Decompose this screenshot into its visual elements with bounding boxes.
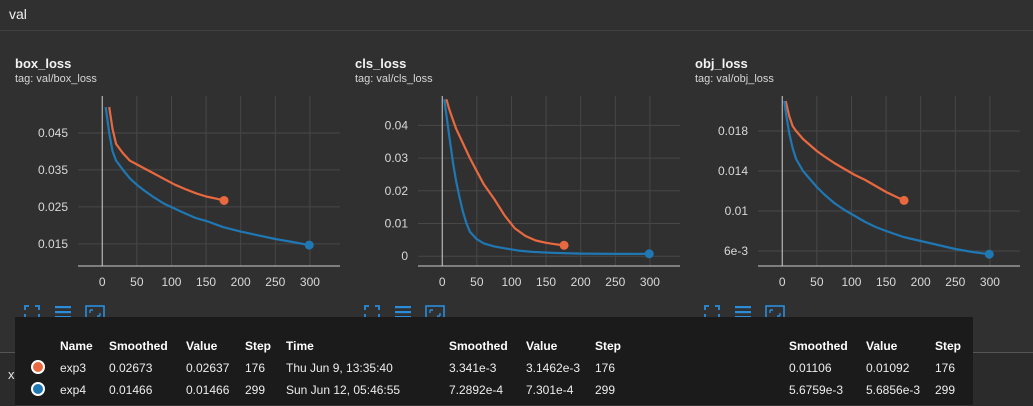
obj-smoothed: 0.01106 — [789, 361, 832, 375]
cls-step: 176 — [595, 361, 616, 375]
wall-time: Sun Jun 12, 05:46:55 — [286, 383, 401, 397]
series-line-exp4 — [443, 99, 650, 255]
y-tick-label: 0.045 — [38, 126, 68, 140]
obj-step: 176 — [935, 361, 956, 375]
series-endpoint-exp4 — [984, 249, 994, 259]
x-tick-label: 250 — [605, 275, 625, 289]
col-header-value: Value — [866, 339, 898, 353]
box-step: 299 — [245, 383, 266, 397]
y-tick-label: 0.014 — [718, 164, 748, 178]
chart-card-box-loss: box_loss tag: val/box_loss 0.015 0.025 0.0… — [0, 56, 340, 324]
obj-value: 5.6856e-3 — [866, 383, 921, 397]
chart-card-cls-loss: cls_loss tag: val/cls_loss 0 0.01 0.02 0.03… — [340, 56, 680, 324]
lower-section-title: x — [8, 367, 15, 382]
series-line-exp4 — [104, 106, 310, 247]
y-tick-label: 0.04 — [385, 118, 409, 132]
series-line-exp4 — [783, 100, 990, 256]
cls-value: 7.301e-4 — [526, 383, 574, 397]
col-header-value: Value — [526, 339, 558, 353]
x-tick-label: 50 — [810, 275, 824, 289]
col-header-smoothed: Smoothed — [449, 339, 508, 353]
lower-section-header-right — [973, 352, 1033, 406]
x-tick-label: 150 — [536, 275, 556, 289]
box-value: 0.02637 — [186, 361, 230, 375]
cls-step: 299 — [595, 383, 616, 397]
series-endpoint-exp4 — [304, 240, 314, 250]
y-tick-label: 0.025 — [38, 200, 68, 214]
x-tick-label: 200 — [571, 275, 591, 289]
col-header-value: Value — [186, 339, 218, 353]
run-color-swatch — [31, 360, 45, 374]
col-header-name: Name — [60, 339, 93, 353]
chart-plot-box-loss[interactable]: 0.015 0.025 0.035 0.045 0 50 100 150 200 250 300 — [0, 56, 340, 324]
col-header-time: Time — [286, 339, 314, 353]
x-tick-label: 150 — [876, 275, 896, 289]
section-title: val — [9, 6, 27, 22]
series-endpoint-exp4 — [644, 249, 654, 259]
x-tick-label: 0 — [99, 275, 106, 289]
x-tick-label: 250 — [265, 275, 285, 289]
series-endpoint-exp3 — [559, 240, 569, 250]
col-header-smoothed: Smoothed — [789, 339, 848, 353]
series-endpoint-exp3 — [219, 195, 229, 205]
col-header-step: Step — [245, 339, 272, 353]
box-step: 176 — [245, 361, 266, 375]
obj-value: 0.01092 — [866, 361, 910, 375]
col-header-step: Step — [595, 339, 622, 353]
x-tick-label: 300 — [980, 275, 1000, 289]
chart-plot-obj-loss[interactable]: 6e-3 0.01 0.014 0.018 0 50 100 150 200 250 300 — [680, 56, 1020, 324]
x-tick-label: 150 — [196, 275, 216, 289]
x-tick-label: 100 — [501, 275, 521, 289]
x-tick-label: 300 — [300, 275, 320, 289]
chart-card-obj-loss: obj_loss tag: val/obj_loss 6e-3 0.01 0.014… — [680, 56, 1020, 324]
cls-value: 3.1462e-3 — [526, 361, 581, 375]
run-name: exp4 — [60, 383, 87, 397]
box-value: 0.01466 — [186, 383, 230, 397]
x-tick-label: 300 — [640, 275, 660, 289]
x-tick-label: 200 — [911, 275, 931, 289]
y-tick-label: 0.01 — [385, 217, 409, 231]
x-tick-label: 50 — [470, 275, 484, 289]
y-tick-label: 0.03 — [385, 151, 409, 165]
wall-time: Thu Jun 9, 13:35:40 — [286, 361, 393, 375]
series-line-exp3 — [108, 106, 225, 202]
obj-smoothed: 5.6759e-3 — [789, 383, 844, 397]
col-header-step: Step — [935, 339, 962, 353]
x-tick-label: 0 — [779, 275, 786, 289]
y-tick-label: 6e-3 — [724, 244, 748, 258]
y-tick-label: 0.035 — [38, 163, 68, 177]
x-tick-label: 250 — [945, 275, 965, 289]
col-header-smoothed: Smoothed — [109, 339, 168, 353]
y-tick-label: 0.018 — [718, 124, 748, 138]
obj-step: 299 — [935, 383, 956, 397]
cls-smoothed: 3.341e-3 — [449, 361, 497, 375]
x-tick-label: 200 — [231, 275, 251, 289]
cls-smoothed: 7.2892e-4 — [449, 383, 504, 397]
chart-plot-cls-loss[interactable]: 0 0.01 0.02 0.03 0.04 0 50 100 150 200 250 300 — [340, 56, 680, 324]
section-header[interactable]: val — [0, 0, 1033, 31]
x-tick-label: 100 — [161, 275, 181, 289]
x-tick-label: 0 — [439, 275, 446, 289]
x-tick-label: 100 — [841, 275, 861, 289]
run-color-swatch — [31, 382, 45, 396]
hover-tooltip-table: Name Smoothed Value Step Time Smoothed V… — [15, 317, 973, 405]
run-name: exp3 — [60, 361, 87, 375]
y-tick-label: 0.02 — [385, 184, 409, 198]
y-tick-label: 0.015 — [38, 237, 68, 251]
x-tick-label: 50 — [130, 275, 144, 289]
y-tick-label: 0 — [401, 249, 408, 263]
y-tick-label: 0.01 — [725, 204, 749, 218]
box-smoothed: 0.02673 — [109, 361, 153, 375]
series-endpoint-exp3 — [899, 195, 909, 205]
box-smoothed: 0.01466 — [109, 383, 153, 397]
